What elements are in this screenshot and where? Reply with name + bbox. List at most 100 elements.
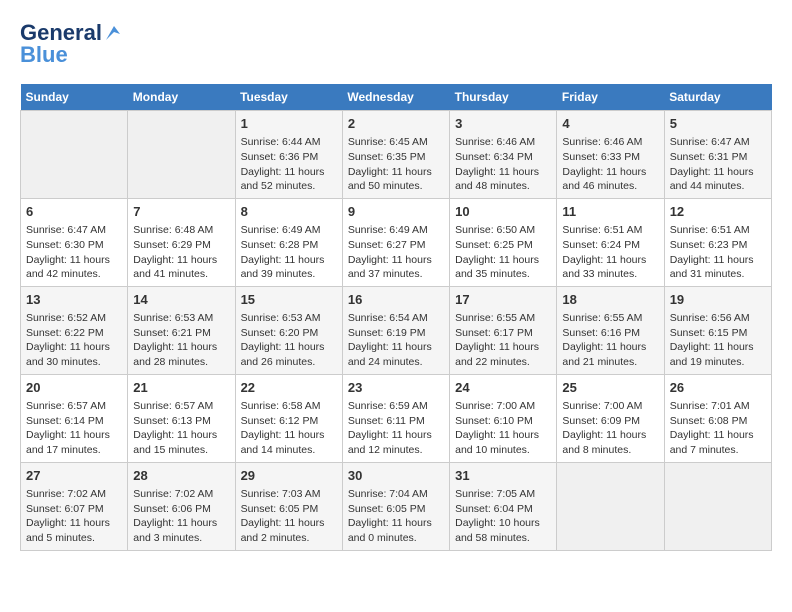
calendar-cell: 20 Sunrise: 6:57 AM Sunset: 6:14 PM Dayli… [21, 374, 128, 462]
calendar-cell: 1 Sunrise: 6:44 AM Sunset: 6:36 PM Daylig… [235, 111, 342, 199]
day-number: 23 [348, 379, 444, 397]
day-number: 20 [26, 379, 122, 397]
day-info: Sunrise: 6:52 AM Sunset: 6:22 PM Dayligh… [26, 311, 122, 370]
calendar-cell: 27Sunrise: 7:02 AM Sunset: 6:07 PM Dayli… [21, 462, 128, 550]
day-number: 14 [133, 291, 229, 309]
day-number: 2 [348, 115, 444, 133]
calendar-cell: 19 Sunrise: 6:56 AM Sunset: 6:15 PM Dayli… [664, 286, 771, 374]
weekday-header-monday: Monday [128, 84, 235, 111]
day-number: 4 [562, 115, 658, 133]
day-info: Sunrise: 6:47 AM Sunset: 6:30 PM Dayligh… [26, 223, 122, 282]
calendar-cell: 25 Sunrise: 7:00 AM Sunset: 6:09 PM Dayli… [557, 374, 664, 462]
day-number: 19 [670, 291, 766, 309]
day-number: 17 [455, 291, 551, 309]
calendar-cell: 28Sunrise: 7:02 AM Sunset: 6:06 PM Dayli… [128, 462, 235, 550]
day-info: Sunrise: 6:44 AM Sunset: 6:36 PM Dayligh… [241, 135, 337, 194]
day-number: 22 [241, 379, 337, 397]
day-number: 16 [348, 291, 444, 309]
calendar-week-row: 27Sunrise: 7:02 AM Sunset: 6:07 PM Dayli… [21, 462, 772, 550]
weekday-header-wednesday: Wednesday [342, 84, 449, 111]
calendar-cell: 31 Sunrise: 7:05 AM Sunset: 6:04 PM Dayli… [450, 462, 557, 550]
calendar-cell: 11 Sunrise: 6:51 AM Sunset: 6:24 PM Dayli… [557, 198, 664, 286]
weekday-header-saturday: Saturday [664, 84, 771, 111]
day-number: 15 [241, 291, 337, 309]
day-number: 25 [562, 379, 658, 397]
calendar-week-row: 13 Sunrise: 6:52 AM Sunset: 6:22 PM Dayli… [21, 286, 772, 374]
day-info: Sunrise: 6:51 AM Sunset: 6:24 PM Dayligh… [562, 223, 658, 282]
day-number: 26 [670, 379, 766, 397]
calendar-cell: 12 Sunrise: 6:51 AM Sunset: 6:23 PM Dayli… [664, 198, 771, 286]
calendar-cell: 7 Sunrise: 6:48 AM Sunset: 6:29 PM Daylig… [128, 198, 235, 286]
day-info: Sunrise: 6:45 AM Sunset: 6:35 PM Dayligh… [348, 135, 444, 194]
day-number: 21 [133, 379, 229, 397]
day-number: 30 [348, 467, 444, 485]
day-info: Sunrise: 6:51 AM Sunset: 6:23 PM Dayligh… [670, 223, 766, 282]
logo: General Blue [20, 20, 122, 68]
day-number: 18 [562, 291, 658, 309]
calendar-cell: 15 Sunrise: 6:53 AM Sunset: 6:20 PM Dayli… [235, 286, 342, 374]
day-number: 5 [670, 115, 766, 133]
calendar-cell: 13 Sunrise: 6:52 AM Sunset: 6:22 PM Dayli… [21, 286, 128, 374]
day-info: Sunrise: 6:55 AM Sunset: 6:16 PM Dayligh… [562, 311, 658, 370]
calendar-cell: 8 Sunrise: 6:49 AM Sunset: 6:28 PM Daylig… [235, 198, 342, 286]
day-number: 9 [348, 203, 444, 221]
weekday-header-row: SundayMondayTuesdayWednesdayThursdayFrid… [21, 84, 772, 111]
calendar-cell: 17 Sunrise: 6:55 AM Sunset: 6:17 PM Dayli… [450, 286, 557, 374]
day-number: 10 [455, 203, 551, 221]
day-number: 11 [562, 203, 658, 221]
weekday-header-friday: Friday [557, 84, 664, 111]
day-info: Sunrise: 6:48 AM Sunset: 6:29 PM Dayligh… [133, 223, 229, 282]
day-info: Sunrise: 7:03 AM Sunset: 6:05 PM Dayligh… [241, 487, 337, 546]
calendar-cell [21, 111, 128, 199]
day-info: Sunrise: 6:57 AM Sunset: 6:13 PM Dayligh… [133, 399, 229, 458]
day-number: 31 [455, 467, 551, 485]
day-info: Sunrise: 6:49 AM Sunset: 6:28 PM Dayligh… [241, 223, 337, 282]
calendar-cell [664, 462, 771, 550]
day-number: 1 [241, 115, 337, 133]
calendar-cell: 30Sunrise: 7:04 AM Sunset: 6:05 PM Dayli… [342, 462, 449, 550]
day-info: Sunrise: 7:00 AM Sunset: 6:10 PM Dayligh… [455, 399, 551, 458]
day-info: Sunrise: 6:49 AM Sunset: 6:27 PM Dayligh… [348, 223, 444, 282]
day-info: Sunrise: 6:57 AM Sunset: 6:14 PM Dayligh… [26, 399, 122, 458]
calendar-cell: 6 Sunrise: 6:47 AM Sunset: 6:30 PM Daylig… [21, 198, 128, 286]
calendar-cell: 23 Sunrise: 6:59 AM Sunset: 6:11 PM Dayli… [342, 374, 449, 462]
day-number: 29 [241, 467, 337, 485]
logo-text: General Blue [20, 20, 122, 68]
calendar-cell: 9 Sunrise: 6:49 AM Sunset: 6:27 PM Daylig… [342, 198, 449, 286]
weekday-header-sunday: Sunday [21, 84, 128, 111]
calendar-cell: 2 Sunrise: 6:45 AM Sunset: 6:35 PM Daylig… [342, 111, 449, 199]
day-info: Sunrise: 6:53 AM Sunset: 6:21 PM Dayligh… [133, 311, 229, 370]
calendar-week-row: 20 Sunrise: 6:57 AM Sunset: 6:14 PM Dayli… [21, 374, 772, 462]
day-number: 27 [26, 467, 122, 485]
day-info: Sunrise: 6:53 AM Sunset: 6:20 PM Dayligh… [241, 311, 337, 370]
day-number: 7 [133, 203, 229, 221]
day-info: Sunrise: 6:55 AM Sunset: 6:17 PM Dayligh… [455, 311, 551, 370]
weekday-header-thursday: Thursday [450, 84, 557, 111]
calendar-cell: 5 Sunrise: 6:47 AM Sunset: 6:31 PM Daylig… [664, 111, 771, 199]
day-number: 8 [241, 203, 337, 221]
day-info: Sunrise: 6:46 AM Sunset: 6:34 PM Dayligh… [455, 135, 551, 194]
day-number: 12 [670, 203, 766, 221]
day-info: Sunrise: 6:50 AM Sunset: 6:25 PM Dayligh… [455, 223, 551, 282]
weekday-header-tuesday: Tuesday [235, 84, 342, 111]
day-number: 6 [26, 203, 122, 221]
day-info: Sunrise: 6:59 AM Sunset: 6:11 PM Dayligh… [348, 399, 444, 458]
day-info: Sunrise: 7:05 AM Sunset: 6:04 PM Dayligh… [455, 487, 551, 546]
day-info: Sunrise: 6:46 AM Sunset: 6:33 PM Dayligh… [562, 135, 658, 194]
day-info: Sunrise: 7:02 AM Sunset: 6:06 PM Dayligh… [133, 487, 229, 546]
calendar-cell: 24 Sunrise: 7:00 AM Sunset: 6:10 PM Dayli… [450, 374, 557, 462]
calendar-cell: 14 Sunrise: 6:53 AM Sunset: 6:21 PM Dayli… [128, 286, 235, 374]
calendar-cell: 21 Sunrise: 6:57 AM Sunset: 6:13 PM Dayli… [128, 374, 235, 462]
day-info: Sunrise: 7:00 AM Sunset: 6:09 PM Dayligh… [562, 399, 658, 458]
day-info: Sunrise: 6:47 AM Sunset: 6:31 PM Dayligh… [670, 135, 766, 194]
calendar-week-row: 1 Sunrise: 6:44 AM Sunset: 6:36 PM Daylig… [21, 111, 772, 199]
day-number: 13 [26, 291, 122, 309]
day-number: 3 [455, 115, 551, 133]
day-info: Sunrise: 7:01 AM Sunset: 6:08 PM Dayligh… [670, 399, 766, 458]
calendar-cell: 10 Sunrise: 6:50 AM Sunset: 6:25 PM Dayli… [450, 198, 557, 286]
day-info: Sunrise: 6:56 AM Sunset: 6:15 PM Dayligh… [670, 311, 766, 370]
calendar-cell [557, 462, 664, 550]
day-number: 24 [455, 379, 551, 397]
calendar-cell: 22Sunrise: 6:58 AM Sunset: 6:12 PM Dayli… [235, 374, 342, 462]
day-info: Sunrise: 6:54 AM Sunset: 6:19 PM Dayligh… [348, 311, 444, 370]
